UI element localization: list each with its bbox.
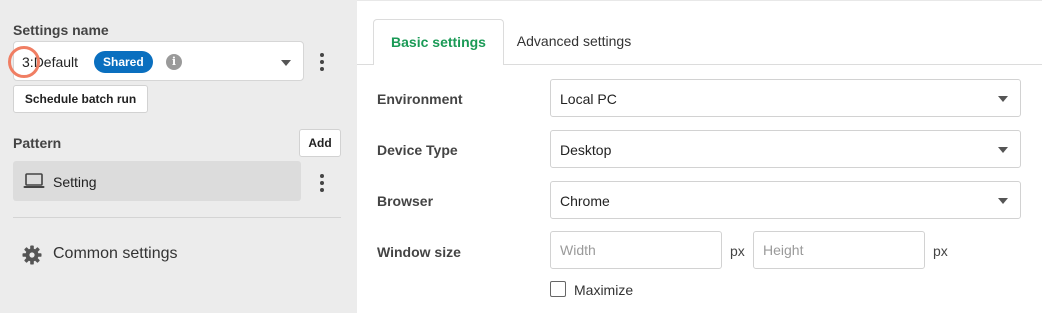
gear-icon [22, 245, 42, 265]
environment-label: Environment [377, 91, 463, 107]
settings-more-icon[interactable] [320, 53, 324, 74]
common-settings-label: Common settings [53, 245, 178, 262]
browser-value: Chrome [560, 193, 610, 209]
tab-basic-settings[interactable]: Basic settings [373, 19, 504, 65]
pattern-more-icon[interactable] [320, 174, 324, 195]
environment-select[interactable]: Local PC [550, 79, 1021, 117]
settings-sidebar: Settings name 3:Default Shared i Schedul… [0, 0, 357, 313]
top-border [357, 0, 1042, 1]
info-icon[interactable]: i [166, 54, 182, 70]
width-unit: px [730, 243, 745, 259]
height-input[interactable] [753, 231, 925, 269]
pattern-item-label: Setting [53, 174, 97, 190]
settings-main: Basic settings Advanced settings Environ… [357, 0, 1042, 313]
width-input[interactable] [550, 231, 722, 269]
device-type-select[interactable]: Desktop [550, 130, 1021, 168]
browser-label: Browser [377, 193, 434, 209]
settings-name-text: Default [33, 54, 79, 70]
chevron-down-icon [281, 60, 291, 66]
laptop-icon [23, 173, 45, 188]
browser-select[interactable]: Chrome [550, 181, 1021, 219]
settings-name-label: Settings name [13, 22, 109, 38]
device-type-value: Desktop [560, 142, 612, 158]
settings-name-select[interactable]: 3:Default Shared i [13, 41, 304, 81]
pattern-item-setting[interactable]: Setting [13, 161, 301, 201]
maximize-label[interactable]: Maximize [574, 282, 633, 298]
tab-advanced-settings[interactable]: Advanced settings [504, 19, 644, 65]
chevron-down-icon [998, 147, 1008, 153]
shared-badge: Shared [94, 51, 153, 73]
sidebar-divider [13, 217, 341, 218]
window-size-label: Window size [377, 244, 461, 260]
maximize-checkbox[interactable] [550, 281, 566, 297]
highlight-ring [8, 46, 40, 78]
environment-value: Local PC [560, 91, 617, 107]
pattern-label: Pattern [13, 135, 62, 151]
add-pattern-button[interactable]: Add [299, 129, 341, 157]
chevron-down-icon [998, 198, 1008, 204]
device-type-label: Device Type [377, 142, 458, 158]
chevron-down-icon [998, 96, 1008, 102]
schedule-batch-run-button[interactable]: Schedule batch run [13, 85, 148, 113]
active-tab-gap [374, 64, 503, 65]
height-unit: px [933, 243, 948, 259]
